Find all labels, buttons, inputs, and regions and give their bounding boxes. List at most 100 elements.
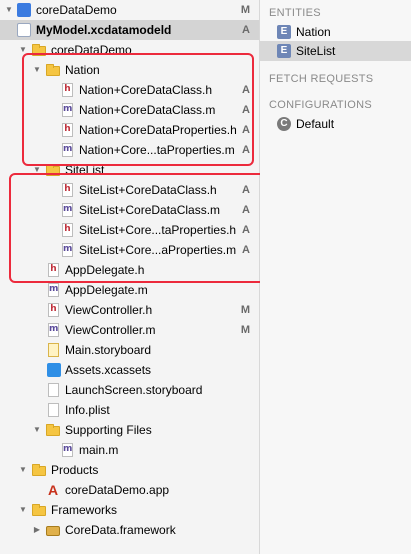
source-file-icon: m — [62, 143, 73, 157]
tree-row-group[interactable]: ▼ Products — [0, 460, 259, 480]
tree-row-group[interactable]: ▼ coreDataDemo — [0, 40, 259, 60]
scm-status: A — [242, 24, 250, 36]
header-file-icon: h — [62, 223, 73, 237]
tree-row-group[interactable]: ▼ Nation — [0, 60, 259, 80]
tree-row-file[interactable]: h Nation+CoreDataClass.h A — [0, 80, 259, 100]
entity-row-nation[interactable]: E Nation — [260, 22, 411, 42]
disclosure-down-icon[interactable]: ▼ — [32, 420, 42, 440]
tree-row-file[interactable]: ▶ CoreData.framework — [0, 520, 259, 540]
assets-icon — [47, 363, 61, 377]
tree-row-file[interactable]: h SiteList+Core...taProperties.h A — [0, 220, 259, 240]
configuration-icon: C — [277, 117, 291, 131]
entity-icon: E — [277, 25, 291, 39]
disclosure-down-icon[interactable]: ▼ — [18, 460, 28, 480]
tree-row-label: MyModel.xcdatamodeld — [36, 23, 172, 37]
scm-status: A — [242, 84, 250, 96]
scm-status: A — [242, 224, 250, 236]
tree-row-label: Main.storyboard — [65, 343, 152, 357]
tree-row-project[interactable]: ▼ coreDataDemo M — [0, 0, 259, 20]
folder-icon — [46, 164, 60, 176]
header-file-icon: h — [62, 183, 73, 197]
scm-status: M — [240, 324, 250, 336]
tree-row-label: SiteList+Core...aProperties.m — [79, 243, 237, 257]
tree-row-file[interactable]: A coreDataDemo.app — [0, 480, 259, 500]
scm-status: M — [240, 304, 250, 316]
scm-status: A — [242, 204, 250, 216]
tree-row-file[interactable]: Assets.xcassets — [0, 360, 259, 380]
tree-row-label: Frameworks — [51, 503, 118, 517]
project-navigator: ▼ coreDataDemo M MyModel.xcdatamodeld A … — [0, 0, 279, 554]
disclosure-down-icon[interactable]: ▼ — [4, 0, 14, 20]
tree-row-file[interactable]: m Nation+Core...taProperties.m A — [0, 140, 259, 160]
source-file-icon: m — [48, 283, 59, 297]
tree-row-label: main.m — [79, 443, 119, 457]
storyboard-icon — [48, 343, 59, 357]
tree-row-file[interactable]: h SiteList+CoreDataClass.h A — [0, 180, 259, 200]
entity-label: SiteList — [296, 44, 336, 58]
folder-icon — [46, 64, 60, 76]
folder-icon — [32, 464, 46, 476]
tree-row-file[interactable]: Main.storyboard — [0, 340, 259, 360]
tree-row-label: Supporting Files — [65, 423, 152, 437]
tree-row-label: SiteList — [65, 163, 105, 177]
entities-header: ENTITIES — [269, 7, 321, 19]
tree-row-file[interactable]: h ViewController.h M — [0, 300, 259, 320]
tree-row-label: SiteList+CoreDataClass.m — [79, 203, 221, 217]
tree-row-file[interactable]: h AppDelegate.h — [0, 260, 259, 280]
tree-row-file[interactable]: m main.m — [0, 440, 259, 460]
scm-status: A — [242, 184, 250, 196]
disclosure-down-icon[interactable]: ▼ — [32, 160, 42, 180]
tree-row-label: Nation+CoreDataProperties.h — [79, 123, 237, 137]
tree-row-label: CoreData.framework — [65, 523, 176, 537]
tree-row-file[interactable]: LaunchScreen.storyboard — [0, 380, 259, 400]
tree-row-label: Info.plist — [65, 403, 110, 417]
configurations-header: CONFIGURATIONS — [269, 99, 372, 111]
source-file-icon: m — [62, 243, 73, 257]
tree-row-group[interactable]: ▼ Supporting Files — [0, 420, 259, 440]
header-file-icon: h — [62, 123, 73, 137]
tree-row-file[interactable]: m AppDelegate.m — [0, 280, 259, 300]
tree-row-label: SiteList+Core...taProperties.h — [79, 223, 237, 237]
disclosure-down-icon[interactable]: ▼ — [18, 500, 28, 520]
tree-row-label: coreDataDemo.app — [65, 483, 170, 497]
source-file-icon: m — [62, 203, 73, 217]
tree-row-label: coreDataDemo — [36, 3, 117, 17]
configuration-row-default[interactable]: C Default — [260, 114, 411, 134]
tree-row-file[interactable]: h Nation+CoreDataProperties.h A — [0, 120, 259, 140]
entity-row-sitelist[interactable]: E SiteList — [260, 41, 411, 61]
scm-status: A — [242, 144, 250, 156]
folder-icon — [32, 504, 46, 516]
tree-row-label: SiteList+CoreDataClass.h — [79, 183, 217, 197]
tree-row-file[interactable]: m ViewController.m M — [0, 320, 259, 340]
scm-status: M — [240, 4, 250, 16]
configuration-label: Default — [296, 117, 335, 131]
tree-row-file[interactable]: m Nation+CoreDataClass.m A — [0, 100, 259, 120]
disclosure-down-icon[interactable]: ▼ — [32, 60, 42, 80]
tree-row-group[interactable]: ▼ Frameworks — [0, 500, 259, 520]
scm-status: A — [242, 104, 250, 116]
tree-row-label: Nation+CoreDataClass.m — [79, 103, 216, 117]
tree-row-file[interactable]: Info.plist — [0, 400, 259, 420]
tree-row-label: AppDelegate.m — [65, 283, 148, 297]
header-file-icon: h — [48, 303, 59, 317]
header-file-icon: h — [48, 263, 59, 277]
tree-row-file[interactable]: m SiteList+Core...aProperties.m A — [0, 240, 259, 260]
scm-status: A — [242, 124, 250, 136]
tree-row-label: Products — [51, 463, 99, 477]
tree-row-label: Nation+Core...taProperties.m — [79, 143, 235, 157]
tree-row-data-model[interactable]: MyModel.xcdatamodeld A — [0, 20, 259, 40]
disclosure-right-icon[interactable]: ▶ — [32, 520, 42, 540]
app-icon: A — [47, 482, 59, 498]
folder-icon — [32, 44, 46, 56]
tree-row-group[interactable]: ▼ SiteList — [0, 160, 259, 180]
tree-row-label: Assets.xcassets — [65, 363, 152, 377]
tree-row-file[interactable]: m SiteList+CoreDataClass.m A — [0, 200, 259, 220]
project-icon — [17, 3, 31, 17]
source-file-icon: m — [48, 323, 59, 337]
data-model-outline: ENTITIES E Nation E SiteList FETCH REQUE… — [260, 0, 411, 554]
tree-row-label: ViewController.m — [65, 323, 156, 337]
source-file-icon: m — [62, 443, 73, 457]
tree-row-label: Nation — [65, 63, 100, 77]
header-file-icon: h — [62, 83, 73, 97]
disclosure-down-icon[interactable]: ▼ — [18, 40, 28, 60]
